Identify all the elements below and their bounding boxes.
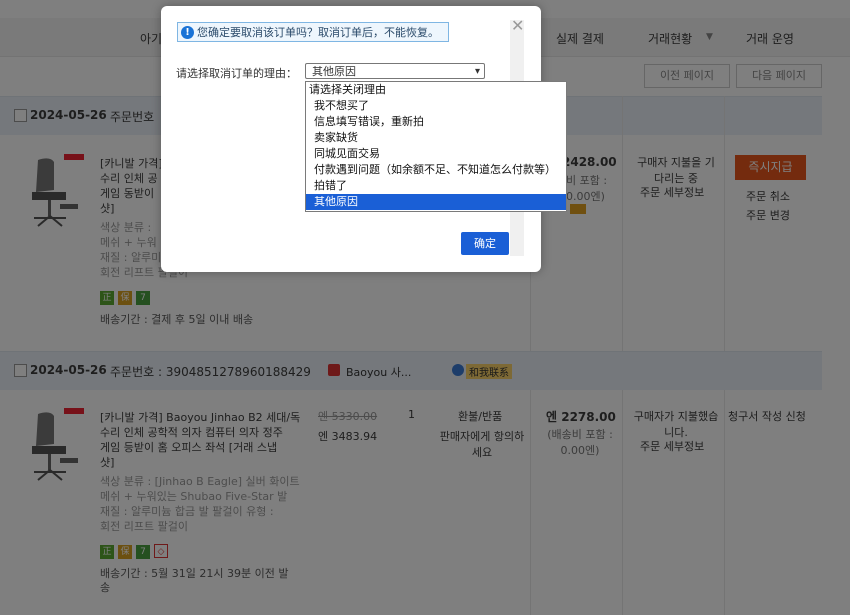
reason-select-value: 其他原因 (312, 65, 356, 78)
reason-option[interactable]: 拍错了 (306, 178, 566, 194)
reason-dropdown-list: 请选择关闭理由 我不想买了 信息填写错误，重新拍 卖家缺货 同城见面交易 付款遇… (305, 81, 567, 212)
close-icon[interactable]: ✕ (511, 18, 525, 34)
reason-select[interactable]: 其他原因 ▾ (305, 63, 485, 79)
reason-label: 请选择取消订单的理由： (176, 67, 297, 80)
reason-option[interactable]: 我不想买了 (306, 98, 566, 114)
reason-option-selected[interactable]: 其他原因 (306, 194, 566, 210)
warning-message: ! 您确定要取消该订单吗？取消订单后，不能恢复。 (177, 22, 449, 42)
reason-option[interactable]: 付款遇到问题（如余额不足、不知道怎么付款等） (306, 162, 566, 178)
reason-option[interactable]: 信息填写错误，重新拍 (306, 114, 566, 130)
reason-option[interactable]: 卖家缺货 (306, 130, 566, 146)
confirm-button[interactable]: 确定 (461, 232, 509, 255)
chevron-down-icon: ▾ (474, 66, 480, 77)
info-icon: ! (181, 25, 194, 39)
reason-option[interactable]: 请选择关闭理由 (306, 82, 566, 98)
reason-option[interactable]: 同城见面交易 (306, 146, 566, 162)
